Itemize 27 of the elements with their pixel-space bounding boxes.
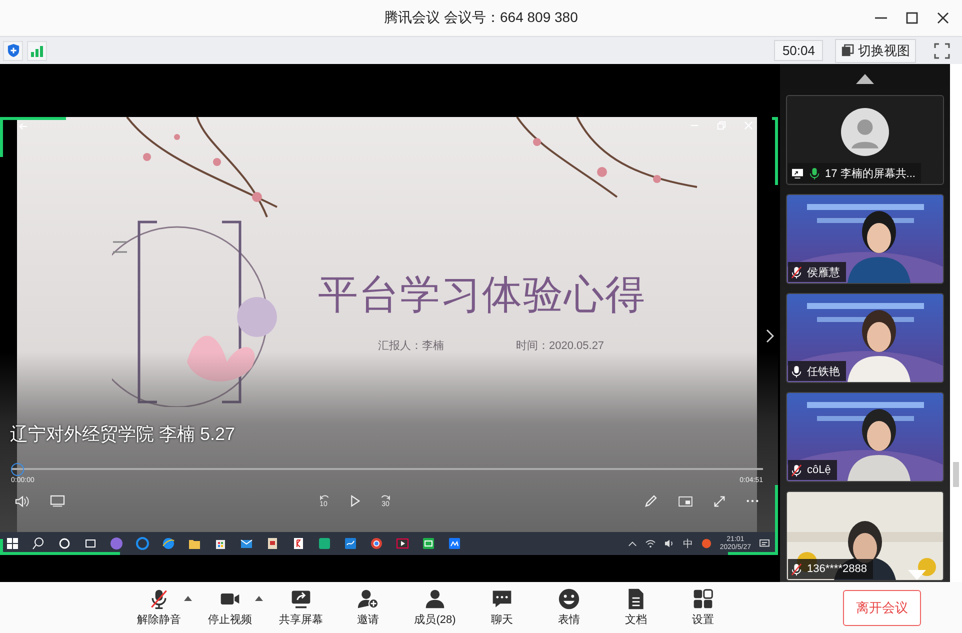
- participant-tile[interactable]: 136****2888: [786, 491, 944, 581]
- participant-name: 136****2888: [807, 563, 867, 575]
- participant-tile[interactable]: côLệ: [786, 392, 944, 482]
- window-title: 腾讯会议 会议号：664 809 380: [384, 9, 578, 27]
- toolbar-button[interactable]: 共享屏幕: [272, 588, 330, 627]
- switch-view-button[interactable]: 切换视图: [835, 38, 916, 62]
- participant-tile[interactable]: 任铁艳: [786, 293, 944, 383]
- presenter-text: 汇报人：李楠: [378, 339, 444, 353]
- participant-name: 17 李楠的屏幕共...: [825, 166, 916, 180]
- input-method-indicator[interactable]: 中: [682, 536, 693, 550]
- leave-meeting-button[interactable]: 离开会议: [843, 590, 921, 626]
- toolbar-button[interactable]: 表情: [540, 588, 598, 627]
- participant-name: 侯雁慧: [807, 266, 840, 280]
- participant-tile[interactable]: 17 李楠的屏幕共...: [786, 95, 944, 185]
- meeting-timer: 50:04: [774, 40, 823, 61]
- participant-name: côLệ: [807, 464, 831, 476]
- date-text: 时间：2020.05.27: [516, 339, 604, 353]
- toolbar-button[interactable]: 邀请: [339, 588, 397, 627]
- toolbar-button[interactable]: 文档: [607, 588, 665, 627]
- participant-name: 任铁艳: [807, 364, 840, 378]
- toolbar-button[interactable]: 设置: [674, 588, 732, 627]
- toolbar-button[interactable]: 聊天: [473, 588, 531, 627]
- toolbar-button[interactable]: 成员(28): [406, 588, 464, 627]
- toolbar-button[interactable]: 停止视频: [201, 588, 259, 627]
- participant-tile[interactable]: 侯雁慧: [786, 194, 944, 284]
- slide-title: 平台学习体验心得: [318, 272, 646, 319]
- toolbar-button[interactable]: 解除静音: [130, 588, 188, 627]
